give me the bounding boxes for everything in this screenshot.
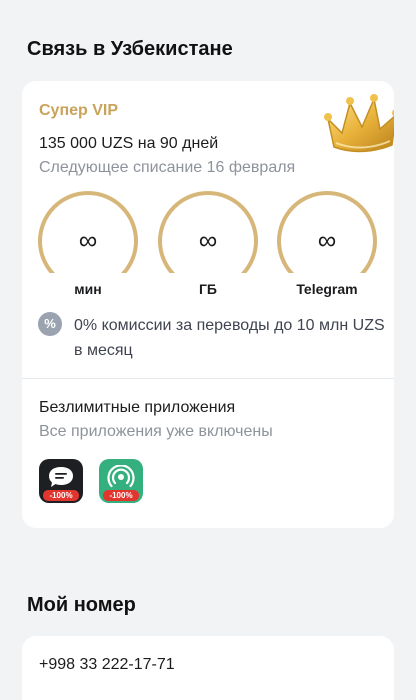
telegram-gauge: ∞ Telegram [277,191,377,301]
infinity-icon: ∞ [317,225,337,255]
plan-card[interactable]: Супер VIP 135 000 UZS на 90 дней Следующ… [22,81,394,528]
infinity-icon: ∞ [198,225,218,255]
promo-text: 0% комиссии за переводы до 10 млн UZS в … [74,317,385,359]
broadcast-icon [107,465,135,488]
page: Связь в Узбекистане Супер VIP 135 000 UZ… [0,0,416,700]
next-charge-date: Следующее списание 16 февраля [39,159,296,176]
gauge-label-minutes: мин [74,281,102,297]
percent-icon: % [38,312,62,336]
infinity-icon: ∞ [78,225,98,255]
chat-app-icon[interactable]: -100% [39,459,83,503]
number-card[interactable]: +998 33 222-17-71 [22,636,394,700]
discount-badge: -100% [103,490,139,501]
minutes-gauge: ∞ мин [38,191,138,301]
unlimited-apps-subtitle: Все приложения уже включены [39,423,273,440]
phone-number[interactable]: +998 33 222-17-71 [39,656,175,674]
gauge-label-telegram: Telegram [296,281,358,297]
discount-badge: -100% [43,490,79,501]
divider [22,378,394,379]
plan-name: Супер VIP [39,102,119,119]
chat-bubble-icon [49,467,73,487]
plan-price: 135 000 UZS на 90 дней [39,135,219,152]
crown-icon [324,94,394,153]
broadcast-app-icon[interactable]: -100% [99,459,143,503]
gauge-label-gb: ГБ [199,281,217,297]
unlimited-apps-title: Безлимитные приложения [39,399,236,416]
section-title-connect: Связь в Узбекистане [27,38,233,60]
data-gauge: ∞ ГБ [158,191,258,301]
section-title-my-number: Мой номер [27,594,136,616]
